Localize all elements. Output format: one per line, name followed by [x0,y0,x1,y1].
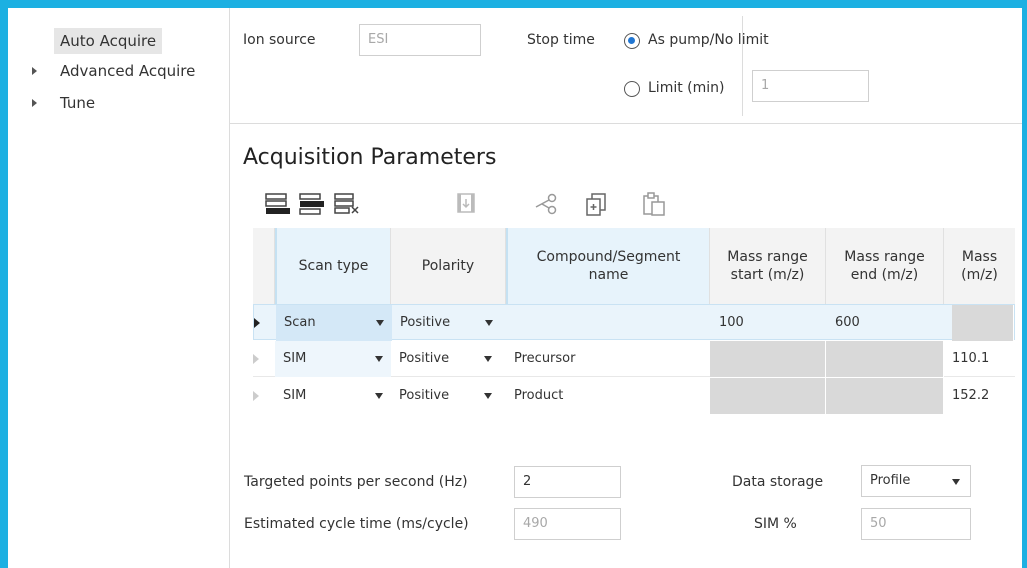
targeted-points-label: Targeted points per second (Hz) [244,474,468,490]
polarity-value: Positive [399,388,450,403]
chevron-down-icon[interactable] [375,356,383,362]
chevron-down-icon[interactable] [484,393,492,399]
stop-time-label: Stop time [527,32,595,48]
tree-item-label: Advanced Acquire [60,62,196,80]
mass-range-end-cell [826,378,944,414]
column-header-polarity[interactable]: Polarity [391,228,506,304]
source-settings-panel [230,8,1022,124]
column-header-mass-range-end[interactable]: Mass range end (m/z) [826,228,944,304]
ion-source-label: Ion source [243,32,316,48]
divider [742,16,743,116]
row-indicator-icon [253,391,259,401]
delete-row-icon[interactable] [332,190,360,218]
stop-time-limit-label: Limit (min) [648,80,725,96]
column-header-label: Mass (m/z) [961,249,998,283]
stop-time-limit-input[interactable]: 1 [752,70,869,102]
chevron-down-icon[interactable] [484,356,492,362]
column-header-mass-range-start[interactable]: Mass range start (m/z) [710,228,826,304]
scan-type-value: SIM [283,351,307,366]
insert-row-icon[interactable] [297,190,325,218]
compound-name-cell[interactable]: Precursor [506,341,710,377]
copy-icon [586,193,606,216]
mass-cell[interactable]: 152.2 [944,378,1015,414]
sim-percent-field: 50 [861,508,971,540]
ion-source-field: ESI [359,24,481,56]
chevron-down-icon[interactable] [376,320,384,326]
sim-percent-label: SIM % [754,516,797,532]
polarity-value: Positive [400,315,451,330]
row-header-corner [253,228,275,304]
mass-range-end-cell[interactable]: 600 [827,305,945,341]
cycle-time-label: Estimated cycle time (ms/cycle) [244,516,469,532]
table-row[interactable]: SIM Positive Precursor 110.1 [253,341,1015,377]
move-down-icon [457,193,475,213]
chevron-down-icon[interactable] [375,393,383,399]
expand-arrow-icon[interactable] [32,99,37,107]
scan-type-value: SIM [283,388,307,403]
stop-time-limit-radio[interactable] [624,81,640,97]
stop-time-pump-label: As pump/No limit [648,32,769,48]
column-header-compound-name[interactable]: Compound/Segment name [506,228,710,304]
data-storage-value: Profile [870,473,911,488]
mass-cell [952,305,1014,341]
navigation-tree: Auto Acquire Advanced Acquire Tune [8,8,230,568]
data-storage-label: Data storage [732,474,824,490]
compound-name-cell[interactable]: Product [506,378,710,414]
column-header-label: Polarity [421,258,475,274]
table-row[interactable]: SIM Positive Product 152.2 [253,378,1015,414]
polarity-select[interactable]: Positive [391,378,506,414]
paste-icon [643,192,665,216]
tree-item-label: Tune [60,94,96,112]
column-header-mass[interactable]: Mass (m/z) [944,228,1015,304]
expand-arrow-icon[interactable] [32,67,37,75]
scan-type-select[interactable]: SIM [275,378,391,414]
mass-range-start-cell[interactable]: 100 [711,305,827,341]
column-header-label: Scan type [298,258,369,274]
targeted-points-input[interactable]: 2 [514,466,621,498]
column-header-label: Mass range end (m/z) [844,249,925,283]
data-storage-select[interactable]: Profile [861,465,971,497]
add-row-icon[interactable] [263,190,291,218]
column-header-label: Mass range start (m/z) [727,249,808,283]
column-header-label: Compound/Segment name [536,249,681,283]
polarity-select[interactable]: Positive [391,341,506,377]
column-header-scan-type[interactable]: Scan type [275,228,391,304]
scan-type-value: Scan [284,315,316,330]
mass-range-start-cell [710,341,826,377]
polarity-select[interactable]: Positive [392,305,507,341]
acquisition-parameters-title: Acquisition Parameters [243,145,497,170]
tree-item-label: Auto Acquire [54,28,163,54]
row-indicator-icon [253,354,259,364]
polarity-value: Positive [399,351,450,366]
chevron-down-icon[interactable] [952,479,960,485]
mass-cell[interactable]: 110.1 [944,341,1015,377]
scan-type-select[interactable]: SIM [275,341,391,377]
cut-icon [535,193,557,215]
scan-type-select[interactable]: Scan [276,305,392,341]
cycle-time-field: 490 [514,508,621,540]
compound-name-cell[interactable] [507,305,711,341]
table-row[interactable]: Scan Positive 100 600 [253,304,1015,341]
chevron-down-icon[interactable] [485,320,493,326]
current-row-indicator-icon [254,318,260,328]
mass-range-start-cell [710,378,826,414]
mass-range-end-cell [826,341,944,377]
stop-time-pump-radio[interactable] [624,33,640,49]
